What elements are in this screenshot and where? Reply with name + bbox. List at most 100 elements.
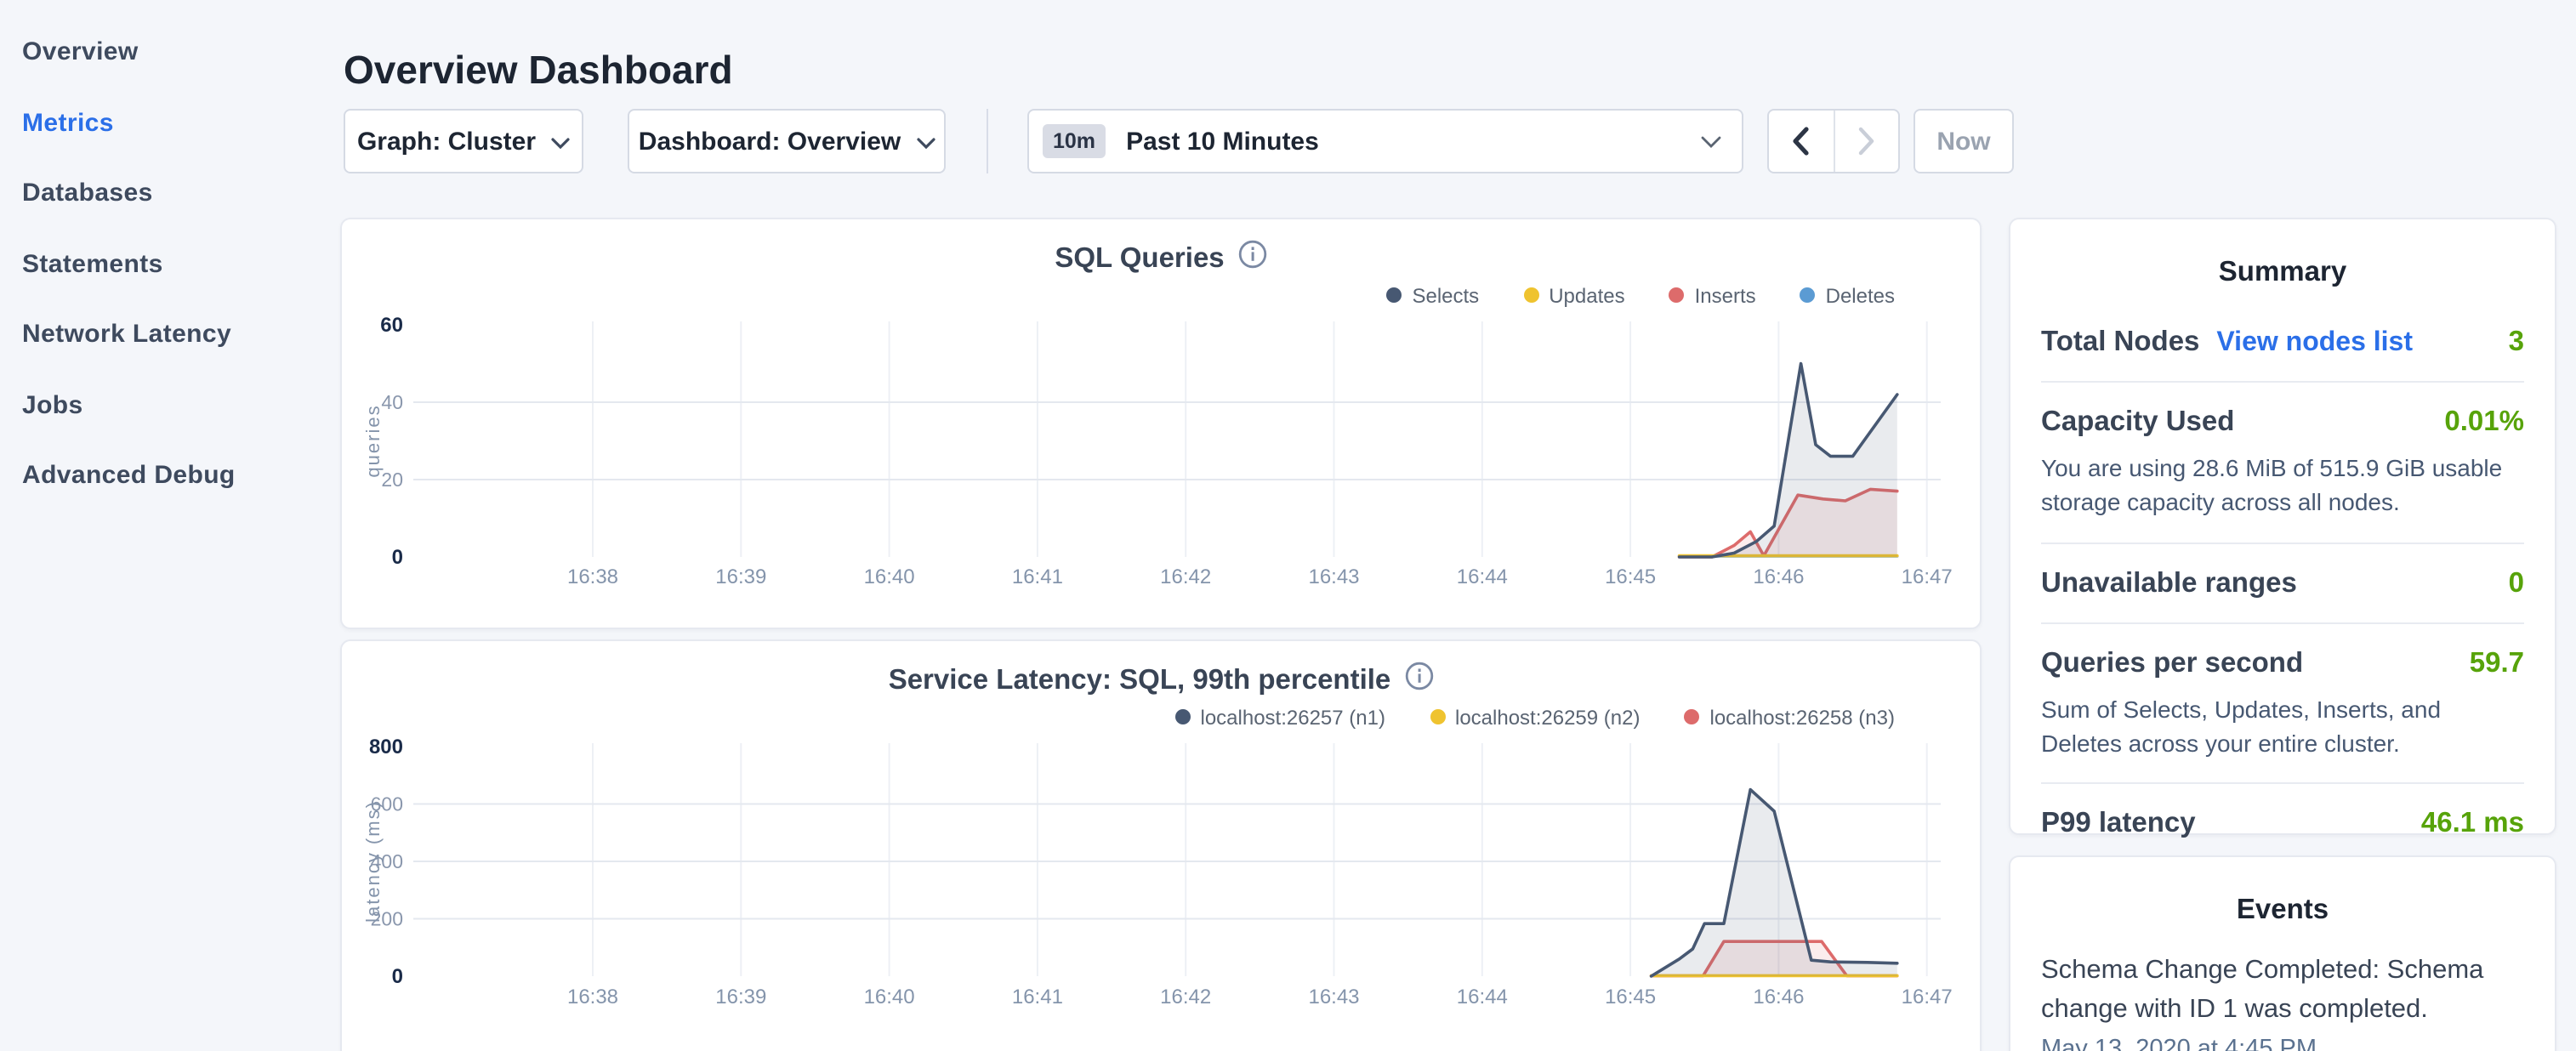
summary-row: Total NodesView nodes list3 [2041,303,2524,383]
svg-text:16:45: 16:45 [1605,986,1656,1008]
svg-text:16:46: 16:46 [1753,565,1804,588]
svg-text:latency (ms): latency (ms) [362,800,384,923]
summary-rows: Total NodesView nodes list3Capacity Used… [2041,303,2524,862]
summary-row: Unavailable ranges0 [2041,543,2524,623]
svg-text:16:38: 16:38 [567,986,618,1008]
legend-label: localhost:26259 (n2) [1455,705,1641,729]
legend-item: Inserts [1669,283,1756,307]
svg-text:16:39: 16:39 [715,565,766,588]
summary-row-label: Queries per second [2041,647,2303,679]
sidebar-item-jobs[interactable]: Jobs [0,370,340,440]
sidebar-item-databases[interactable]: Databases [0,158,340,229]
time-range-label: Past 10 Minutes [1126,127,1701,156]
chart-title: Service Latency: SQL, 99th percentile [889,664,1391,696]
chart-plot-area[interactable]: 020406016:3816:3916:4016:4116:4216:4316:… [342,308,1983,600]
svg-text:16:47: 16:47 [1902,986,1953,1008]
summary-row-label: P99 latency [2041,808,2196,840]
sql-queries-chart-card: SQL QueriesSelectsUpdatesInsertsDeletes0… [340,218,1982,629]
svg-text:16:43: 16:43 [1308,565,1359,588]
now-button[interactable]: Now [1914,109,2014,173]
legend-label: Updates [1549,283,1624,307]
summary-row-description: You are using 28.6 MiB of 515.9 GiB usab… [2041,451,2524,520]
svg-text:16:40: 16:40 [864,565,915,588]
chevron-down-icon [1701,127,1721,156]
legend-label: Inserts [1695,283,1756,307]
legend-dot-icon [1386,287,1402,303]
svg-text:16:42: 16:42 [1160,986,1211,1008]
svg-text:16:47: 16:47 [1902,565,1953,588]
main-content: Overview Dashboard Graph: Cluster Dashbo… [340,0,1983,1051]
svg-text:16:43: 16:43 [1308,986,1359,1008]
events-title: Events [2041,895,2524,927]
svg-text:queries: queries [362,404,384,477]
time-range-dropdown[interactable]: 10m Past 10 Minutes [1027,109,1743,173]
event-item[interactable]: Schema Change Completed: Schema change w… [2041,951,2524,1051]
svg-text:20: 20 [381,469,403,491]
admin-ui-root: OverviewMetricsDatabasesStatementsNetwor… [0,0,2576,1051]
svg-text:16:44: 16:44 [1457,565,1508,588]
summary-row-description: Sum of Selects, Updates, Inserts, and De… [2041,691,2524,760]
sidebar-item-statements[interactable]: Statements [0,229,340,299]
svg-text:16:40: 16:40 [864,986,915,1008]
legend-dot-icon [1669,287,1685,303]
summary-title: Summary [2041,257,2524,289]
summary-row-label: Capacity Used [2041,406,2234,439]
svg-text:40: 40 [381,391,403,413]
sidebar-item-overview[interactable]: Overview [0,17,340,88]
time-forward-button[interactable] [1834,111,1898,172]
legend-label: Selects [1412,283,1479,307]
chart-plot-area[interactable]: 020040060080016:3816:3916:4016:4116:4216… [342,730,1983,1022]
chevron-down-icon [551,127,570,156]
events-list: Schema Change Completed: Schema change w… [2041,951,2524,1051]
time-back-button[interactable] [1769,111,1834,172]
time-range-badge: 10m [1043,124,1106,158]
now-button-label: Now [1936,127,1990,156]
svg-text:60: 60 [380,314,403,337]
legend-dot-icon [1430,709,1445,724]
summary-row-label: Total Nodes [2041,327,2199,359]
summary-row-value: 0 [2509,567,2524,599]
summary-row-value: 59.7 [2470,647,2524,679]
summary-row: P99 latency 46.1 ms [2041,784,2524,862]
svg-text:16:44: 16:44 [1457,986,1508,1008]
summary-panel: Summary Total NodesView nodes list3Capac… [2009,218,2556,835]
info-icon[interactable] [1238,240,1267,277]
chart-legend: localhost:26257 (n1) localhost:26259 (n2)… [342,704,1895,730]
event-timestamp: May 13, 2020 at 4:45 PM [2041,1035,2524,1051]
legend-item: Updates [1523,283,1624,307]
svg-text:16:38: 16:38 [567,565,618,588]
graph-select-dropdown[interactable]: Graph: Cluster [344,109,583,173]
view-nodes-list-link[interactable]: View nodes list [2216,328,2413,359]
event-text: Schema Change Completed: Schema change w… [2041,951,2524,1030]
legend-dot-icon [1685,709,1700,724]
service-latency-chart-card: Service Latency: SQL, 99th percentile loc… [340,639,1982,1051]
info-icon[interactable] [1404,662,1433,699]
toolbar-divider [987,109,988,173]
dashboard-select-dropdown[interactable]: Dashboard: Overview [628,109,946,173]
sidebar-item-network-latency[interactable]: Network Latency [0,299,340,370]
legend-label: localhost:26257 (n1) [1201,705,1386,729]
time-step-buttons [1767,109,1900,173]
summary-row: Queries per second 59.7 Sum of Selects, Up… [2041,623,2524,784]
sidebar-item-metrics[interactable]: Metrics [0,88,340,158]
legend-item: Deletes [1800,283,1895,307]
dashboard-select-label: Dashboard: Overview [639,127,901,156]
legend-label: localhost:26258 (n3) [1710,705,1896,729]
svg-text:16:45: 16:45 [1605,565,1656,588]
legend-item: localhost:26257 (n1) [1175,705,1386,729]
sidebar-item-advanced-debug[interactable]: Advanced Debug [0,440,340,511]
legend-dot-icon [1175,709,1191,724]
events-panel: Events Schema Change Completed: Schema c… [2009,855,2556,1051]
chart-legend: Selects Updates Inserts Deletes [342,282,1895,308]
chart-title: SQL Queries [1055,242,1224,275]
svg-text:800: 800 [369,736,403,758]
svg-text:16:41: 16:41 [1012,986,1063,1008]
page-title: Overview Dashboard [344,48,733,94]
svg-text:0: 0 [392,965,403,988]
summary-row-value: 46.1 ms [2421,808,2524,840]
legend-dot-icon [1800,287,1816,303]
summary-row-value: 0.01% [2444,406,2524,439]
legend-item: localhost:26258 (n3) [1685,705,1896,729]
svg-text:16:46: 16:46 [1753,986,1804,1008]
legend-item: localhost:26259 (n2) [1430,705,1641,729]
